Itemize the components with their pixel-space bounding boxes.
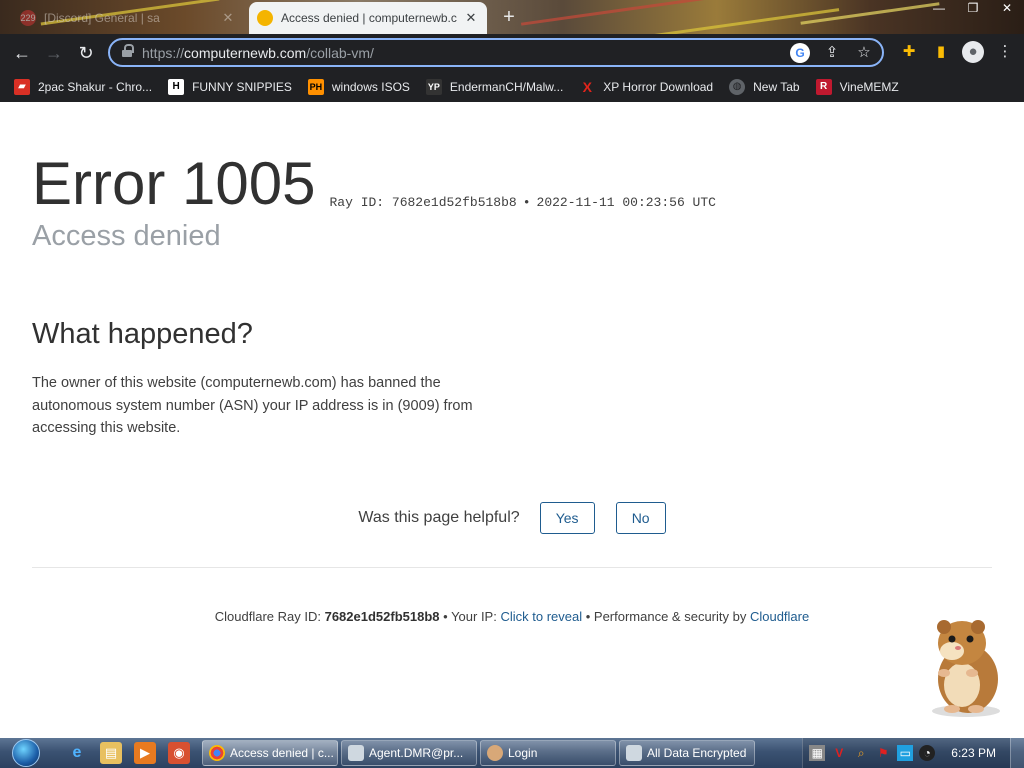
bookmark-item[interactable]: PH windows ISOS: [307, 78, 410, 95]
ph-logo-icon: PH: [307, 78, 324, 95]
folder-icon[interactable]: ▤: [100, 742, 122, 764]
chrome-icon: [209, 745, 225, 761]
cloudflare-favicon-icon: [257, 10, 273, 26]
bookmark-item[interactable]: R VineMEMZ: [815, 78, 899, 95]
reload-icon[interactable]: ↻: [74, 41, 98, 65]
bookmark-item[interactable]: ▰ 2pac Shakur - Chro...: [14, 78, 152, 95]
section-title: What happened?: [32, 318, 253, 350]
windows-orb-icon: [12, 739, 40, 767]
hamster-icon[interactable]: [922, 615, 1006, 719]
back-icon[interactable]: ←: [10, 41, 34, 65]
clock[interactable]: 6:23 PM: [951, 746, 996, 760]
tab-strip: 229 [Discord] General | sa ✕ Access deni…: [0, 0, 1024, 34]
no-button[interactable]: No: [615, 502, 666, 534]
bookmark-item[interactable]: X XP Horror Download: [579, 78, 714, 95]
flag-icon[interactable]: ⚑: [875, 745, 891, 761]
page-content: Error 1005 Ray ID: 7682e1d52fb518b8 • 2022…: [0, 102, 1024, 738]
window-controls: — ❐ ✕: [922, 0, 1024, 18]
browser-window: 229 [Discord] General | sa ✕ Access deni…: [0, 0, 1024, 768]
show-desktop-button[interactable]: [1010, 738, 1024, 768]
close-window-icon[interactable]: ✕: [990, 0, 1024, 18]
tab-discord[interactable]: 229 [Discord] General | sa ✕: [12, 2, 244, 34]
new-tab-button[interactable]: +: [498, 6, 520, 28]
yp-logo-icon: YP: [425, 78, 442, 95]
google-translate-icon[interactable]: G: [790, 43, 810, 63]
menu-kebab-icon[interactable]: ⋮: [994, 41, 1016, 63]
internet-explorer-icon[interactable]: e: [66, 742, 88, 764]
reveal-ip-link[interactable]: Click to reveal: [500, 609, 582, 624]
media-player-icon[interactable]: ▶: [134, 742, 156, 764]
feedback-question: Was this page helpful?: [358, 509, 520, 526]
address-bar[interactable]: https://computernewb.com/collab-vm/ G ⇪ …: [108, 38, 884, 67]
footer-ray-id: 7682e1d52fb518b8: [324, 609, 440, 624]
bookmark-item[interactable]: ◍ New Tab: [729, 78, 800, 95]
taskbar-item-chrome[interactable]: Access denied | c...: [202, 740, 338, 766]
url-text[interactable]: https://computernewb.com/collab-vm/: [142, 45, 374, 61]
user-icon: [487, 745, 503, 761]
ray-info: Ray ID: 7682e1d52fb518b8 • 2022-11-11 00:2…: [329, 195, 716, 210]
error-code: Error 1005: [32, 150, 316, 217]
speaker-icon[interactable]: ◔: [919, 745, 936, 761]
divider: [32, 567, 992, 568]
tab-access-denied[interactable]: Access denied | computernewb.c ✕: [249, 2, 487, 34]
bookmark-item[interactable]: H FUNNY SNIPPIES: [168, 78, 292, 95]
yes-button[interactable]: Yes: [539, 502, 595, 534]
quick-launch: e ▤ ▶ ◉: [66, 742, 190, 764]
globe-icon: ◍: [729, 78, 746, 95]
system-tray: ▦ V ⌕ ⚑ ▭ ◔ 6:23 PM: [802, 738, 1010, 768]
footer: Cloudflare Ray ID: 7682e1d52fb518b8 • Yo…: [214, 609, 810, 624]
taskbar: e ▤ ▶ ◉ Access denied | c... Agent.DMR@p…: [0, 738, 1024, 768]
tab-title: [Discord] General | sa: [44, 11, 160, 25]
bookmark-star-icon[interactable]: ☆: [854, 43, 874, 63]
start-button[interactable]: [8, 738, 44, 768]
feedback-row: Was this page helpful? Yes No: [0, 502, 1024, 534]
close-icon[interactable]: ✕: [463, 10, 479, 26]
page-subtitle: Access denied: [32, 220, 221, 252]
window-icon: [348, 745, 364, 761]
taskbar-item-encrypted[interactable]: All Data Encrypted: [619, 740, 755, 766]
taskbar-item-login[interactable]: Login: [480, 740, 616, 766]
firefox-icon[interactable]: ◉: [168, 742, 190, 764]
error-description: The owner of this website (computernewb.…: [32, 375, 473, 436]
minimize-icon[interactable]: —: [922, 0, 956, 18]
discord-badge-icon: 229: [20, 10, 36, 26]
browser-toolbar: ← → ↻ https://computernewb.com/collab-vm…: [0, 34, 1024, 71]
profile-avatar-icon[interactable]: ●: [962, 41, 984, 63]
lock-icon[interactable]: [122, 44, 134, 59]
cloudflare-link[interactable]: Cloudflare: [750, 609, 809, 624]
bookmark-item[interactable]: YP EndermanCH/Malw...: [425, 78, 563, 95]
extensions-puzzle-icon[interactable]: ✚: [898, 41, 920, 63]
v-logo-icon[interactable]: V: [831, 745, 847, 761]
tab-title: Access denied | computernewb.c: [281, 11, 457, 25]
share-icon[interactable]: ⇪: [822, 43, 842, 63]
error-header: Error 1005 Ray ID: 7682e1d52fb518b8 • 2022…: [32, 152, 716, 216]
h-logo-icon: H: [168, 78, 185, 95]
window-icon: [626, 745, 642, 761]
bookmarks-bar: ▰ 2pac Shakur - Chro... H FUNNY SNIPPIES…: [0, 71, 1024, 102]
r-logo-icon: R: [815, 78, 832, 95]
bag-icon: ▰: [14, 78, 30, 95]
maximize-icon[interactable]: ❐: [956, 0, 990, 18]
side-panel-icon[interactable]: ▮: [930, 41, 952, 63]
search-icon[interactable]: ⌕: [853, 745, 869, 761]
taskbar-item-agent[interactable]: Agent.DMR@pr...: [341, 740, 477, 766]
monitor-icon[interactable]: ▭: [897, 745, 914, 761]
close-icon[interactable]: ✕: [220, 10, 236, 26]
x-logo-icon: X: [582, 78, 592, 95]
forward-icon[interactable]: →: [42, 41, 66, 65]
network-icon[interactable]: ▦: [809, 745, 826, 761]
